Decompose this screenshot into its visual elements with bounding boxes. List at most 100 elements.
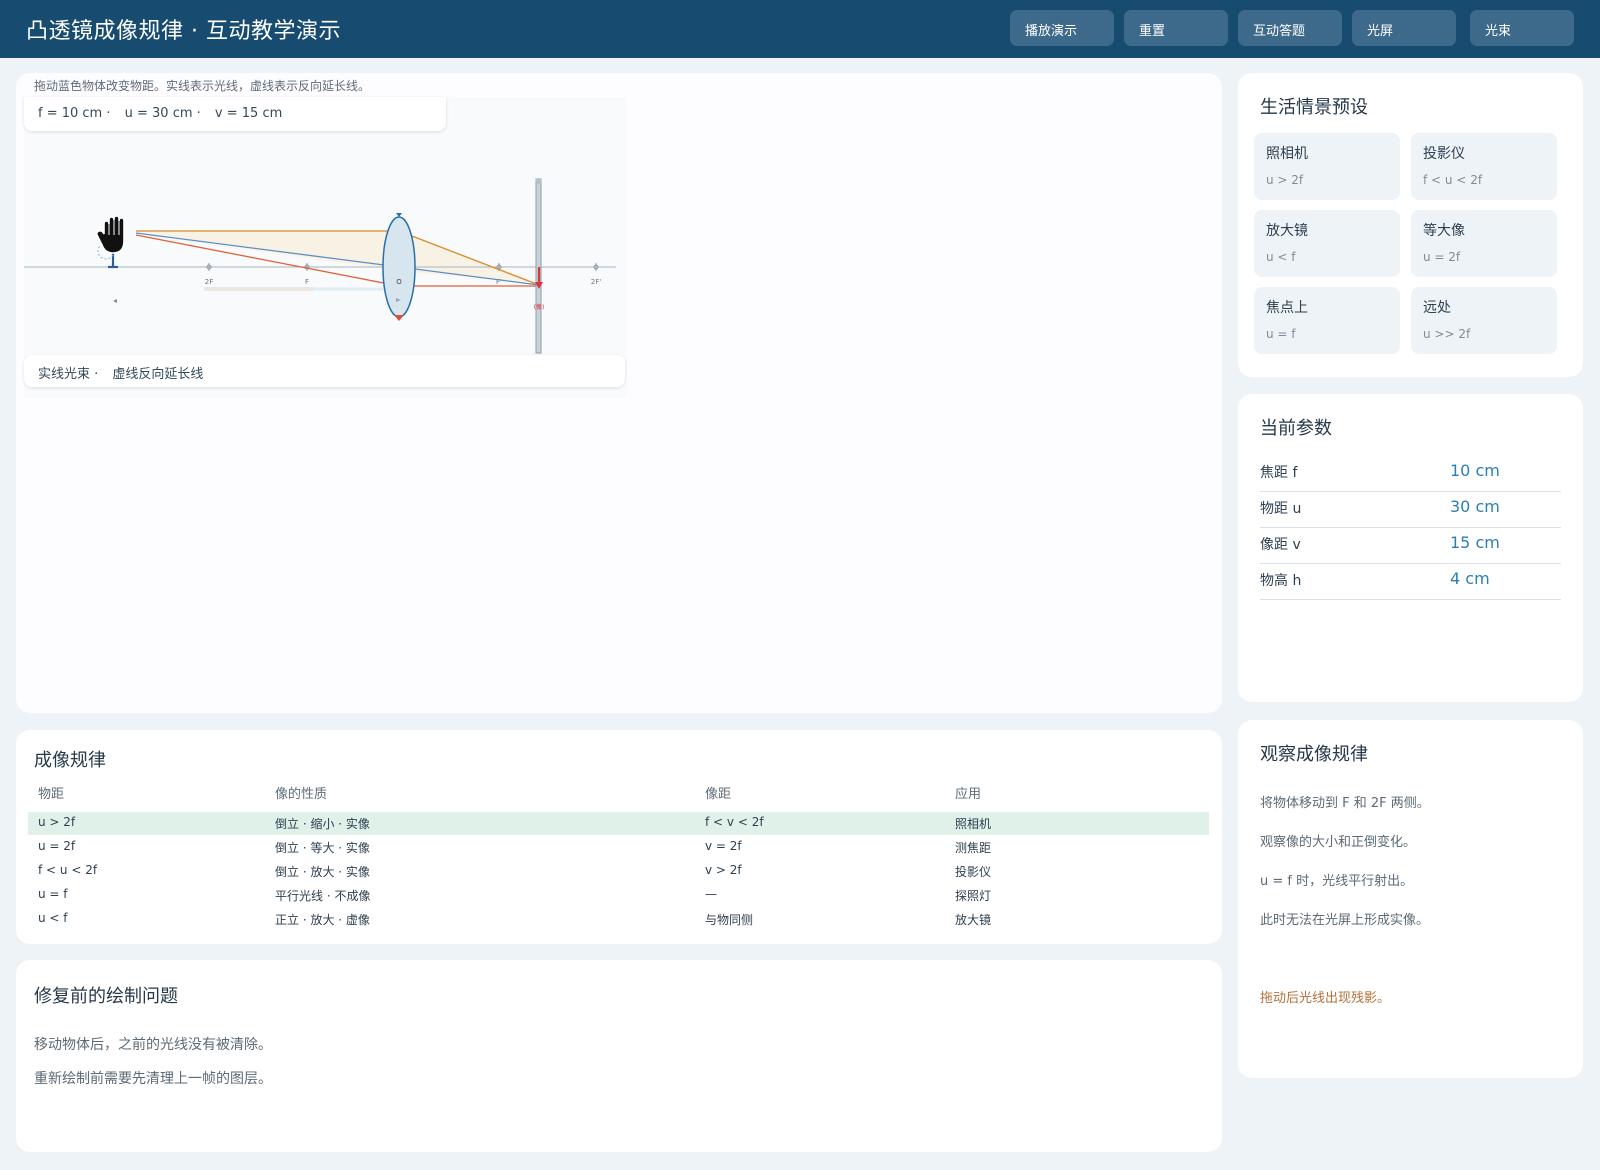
screen-toggle-button[interactable]: 光屏 <box>1352 10 1456 46</box>
preset-panel: 生活情景预设 照相机 u > 2f 投影仪 f < u < 2f 放大镜 u <… <box>1238 73 1583 377</box>
rules-panel: 成像规律 物距 像的性质 像距 应用 u > 2f 倒立 · 缩小 · 实像 f… <box>16 730 1222 944</box>
app-title: 凸透镜成像规律 · 互动教学演示 <box>26 19 341 44</box>
beam-fill <box>136 231 539 283</box>
preset-condition: u < f <box>1266 250 1296 264</box>
preset-name: 照相机 <box>1266 146 1308 162</box>
observe-line: u = f 时，光线平行射出。 <box>1260 874 1414 889</box>
readout-image-distance: v = 15 cm <box>214 106 283 121</box>
col-header-object-distance: 物距 <box>38 787 65 802</box>
readout-object-distance: u = 30 cm · <box>124 106 201 121</box>
table-row[interactable]: u = f 平行光线 · 不成像 — 探照灯 <box>28 884 1209 907</box>
table-row[interactable]: f < u < 2f 倒立 · 放大 · 实像 v > 2f 投影仪 <box>28 860 1209 883</box>
preset-camera[interactable]: 照相机 u > 2f <box>1254 133 1400 200</box>
preset-condition: u = f <box>1266 327 1296 341</box>
preset-title: 生活情景预设 <box>1260 97 1368 118</box>
drag-hint: 拖动蓝色物体改变物距。实线表示光线，虚线表示反向延长线。 <box>34 79 371 93</box>
label-f-left: F <box>305 278 309 286</box>
observe-title: 观察成像规律 <box>1260 744 1368 765</box>
table-cell: 与物同侧 <box>705 913 754 927</box>
table-cell: f < u < 2f <box>38 863 98 877</box>
table-cell: v > 2f <box>705 863 742 877</box>
rules-title: 成像规律 <box>34 750 106 771</box>
observe-panel: 观察成像规律 将物体移动到 F 和 2F 两侧。 观察像的大小和正倒变化。 u … <box>1238 720 1583 1078</box>
param-value: 15 cm <box>1450 533 1500 552</box>
convex-lens[interactable] <box>382 216 416 318</box>
focal-point-f-left: F <box>304 263 310 286</box>
param-label: 像距 v <box>1260 537 1301 553</box>
beam-toggle-button[interactable]: 光束 <box>1470 10 1574 46</box>
optics-canvas[interactable]: 2F F F' 2F' O (像) <box>24 133 627 355</box>
light-screen[interactable] <box>535 178 542 354</box>
param-label: 焦距 f <box>1260 465 1298 481</box>
col-header-image-distance: 像距 <box>705 787 732 802</box>
param-label: 物高 h <box>1260 573 1302 589</box>
table-row[interactable]: u = 2f 倒立 · 等大 · 实像 v = 2f 测焦距 <box>28 836 1209 859</box>
table-cell: u > 2f <box>38 815 76 829</box>
param-label: 物距 u <box>1260 501 1302 517</box>
observe-warning: 拖动后光线出现残影。 <box>1260 991 1391 1006</box>
preset-condition: u = 2f <box>1423 250 1461 264</box>
table-cell: 放大镜 <box>955 913 992 927</box>
lens-bottom-arrow <box>394 315 404 321</box>
preset-far-away[interactable]: 远处 u >> 2f <box>1411 287 1557 354</box>
table-row[interactable]: u > 2f 倒立 · 缩小 · 实像 f < v < 2f 照相机 <box>28 812 1209 835</box>
table-cell: 倒立 · 缩小 · 实像 <box>275 817 370 831</box>
param-value: 4 cm <box>1450 569 1490 588</box>
table-cell: — <box>705 887 717 901</box>
bug-line: 移动物体后，之前的光线没有被清除。 <box>34 1037 272 1053</box>
image-tag: (像) <box>534 303 545 311</box>
table-cell: 倒立 · 等大 · 实像 <box>275 841 370 855</box>
table-cell: 倒立 · 放大 · 实像 <box>275 865 370 879</box>
quiz-button[interactable]: 互动答题 <box>1238 10 1342 46</box>
small-left-marker <box>113 299 117 303</box>
label-2f-left: 2F <box>205 278 213 286</box>
ray-legend: 实线光束 · 虚线反向延长线 <box>24 355 625 387</box>
focal-point-2f-right: 2F' <box>591 263 601 286</box>
param-value: 30 cm <box>1450 497 1500 516</box>
bug-line: 重新绘制前需要先清理上一帧的图层。 <box>34 1071 272 1087</box>
label-2f-right: 2F' <box>591 278 601 286</box>
table-cell: 正立 · 放大 · 虚像 <box>275 913 370 927</box>
param-row-object-distance: 物距 u 30 cm <box>1260 492 1561 528</box>
preset-name: 焦点上 <box>1266 300 1308 316</box>
table-cell: u < f <box>38 911 68 925</box>
preset-magnifier[interactable]: 放大镜 u < f <box>1254 210 1400 277</box>
preset-name: 投影仪 <box>1423 146 1465 162</box>
preset-condition: u >> 2f <box>1423 327 1471 341</box>
bugs-panel: 修复前的绘制问题 移动物体后，之前的光线没有被清除。 重新绘制前需要先清理上一帧… <box>16 960 1222 1152</box>
bugs-title: 修复前的绘制问题 <box>34 986 178 1007</box>
params-panel: 当前参数 焦距 f 10 cm 物距 u 30 cm 像距 v 15 cm 物高… <box>1238 394 1583 702</box>
readout-focal: f = 10 cm · <box>38 106 111 121</box>
preset-at-focus[interactable]: 焦点上 u = f <box>1254 287 1400 354</box>
preset-condition: u > 2f <box>1266 173 1304 187</box>
table-cell: u = f <box>38 887 68 901</box>
table-cell: f < v < 2f <box>705 815 764 829</box>
param-row-image-distance: 像距 v 15 cm <box>1260 528 1561 564</box>
legend-solid: 实线光束 · <box>38 367 99 382</box>
preset-condition: f < u < 2f <box>1423 173 1483 187</box>
table-cell: 测焦距 <box>955 841 992 855</box>
focal-point-2f-left: 2F <box>205 263 213 286</box>
play-demo-button[interactable]: 播放演示 <box>1010 10 1114 46</box>
demo-panel: 拖动蓝色物体改变物距。实线表示光线，虚线表示反向延长线。 2F F F' 2F'… <box>16 73 1222 713</box>
param-row-focal: 焦距 f 10 cm <box>1260 456 1561 492</box>
hand-grab-icon <box>95 215 125 254</box>
preset-equal-size[interactable]: 等大像 u = 2f <box>1411 210 1557 277</box>
params-title: 当前参数 <box>1260 418 1332 439</box>
screen-knob <box>535 178 542 184</box>
preset-projector[interactable]: 投影仪 f < u < 2f <box>1411 133 1557 200</box>
table-cell: 探照灯 <box>955 889 992 903</box>
measurement-readout: f = 10 cm · u = 30 cm · v = 15 cm <box>24 97 446 131</box>
legend-dashed: 虚线反向延长线 <box>112 367 204 382</box>
reset-button[interactable]: 重置 <box>1124 10 1228 46</box>
col-header-application: 应用 <box>955 787 982 802</box>
table-cell: 照相机 <box>955 817 992 831</box>
col-header-image-nature: 像的性质 <box>275 787 328 802</box>
table-row[interactable]: u < f 正立 · 放大 · 虚像 与物同侧 放大镜 <box>28 908 1209 931</box>
preset-name: 等大像 <box>1423 223 1465 239</box>
table-cell: v = 2f <box>705 839 742 853</box>
lens-top-arrow <box>396 213 402 217</box>
param-row-object-height: 物高 h 4 cm <box>1260 564 1561 600</box>
top-bar: 凸透镜成像规律 · 互动教学演示 播放演示 重置 互动答题 光屏 光束 <box>0 0 1600 58</box>
table-cell: 投影仪 <box>955 865 992 879</box>
